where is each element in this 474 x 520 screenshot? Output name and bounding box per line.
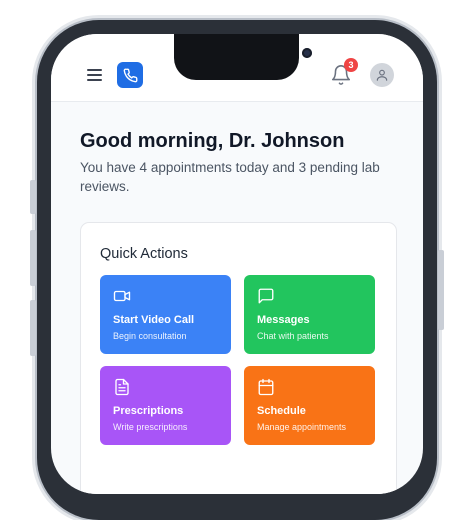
greeting-title: Good morning, Dr. Johnson bbox=[80, 130, 345, 152]
quick-actions-card: Quick Actions Start Video Call Begin con… bbox=[80, 222, 397, 494]
user-icon bbox=[376, 69, 388, 81]
tile-description: Write prescriptions bbox=[113, 422, 188, 432]
menu-icon[interactable] bbox=[87, 69, 102, 81]
message-icon bbox=[258, 288, 274, 304]
quick-actions-title: Quick Actions bbox=[100, 246, 188, 262]
app-logo[interactable] bbox=[117, 62, 143, 88]
phone-side-button bbox=[30, 300, 36, 356]
tile-description: Manage appointments bbox=[257, 422, 347, 432]
tile-label: Schedule bbox=[257, 405, 306, 417]
phone-screen: 3 Good morning, Dr. Johnson You have 4 a… bbox=[51, 34, 423, 494]
document-icon bbox=[115, 378, 129, 396]
greeting-subtitle: You have 4 appointments today and 3 pend… bbox=[80, 160, 380, 194]
schedule-button[interactable]: Schedule Manage appointments bbox=[244, 366, 375, 445]
tile-description: Chat with patients bbox=[257, 331, 329, 341]
camera-icon bbox=[302, 48, 312, 58]
phone-side-button bbox=[30, 230, 36, 286]
calendar-icon bbox=[258, 378, 274, 396]
tile-label: Prescriptions bbox=[113, 405, 184, 417]
tile-description: Begin consultation bbox=[113, 331, 187, 341]
phone-icon bbox=[123, 68, 137, 82]
phone-side-button bbox=[438, 250, 444, 330]
messages-button[interactable]: Messages Chat with patients bbox=[244, 275, 375, 354]
phone-notch bbox=[174, 34, 312, 80]
start-video-call-button[interactable]: Start Video Call Begin consultation bbox=[100, 275, 231, 354]
tile-label: Messages bbox=[257, 314, 310, 326]
video-icon bbox=[113, 290, 131, 302]
notification-badge: 3 bbox=[344, 58, 358, 72]
tile-label: Start Video Call bbox=[113, 314, 195, 326]
prescriptions-button[interactable]: Prescriptions Write prescriptions bbox=[100, 366, 231, 445]
avatar[interactable] bbox=[370, 63, 394, 87]
phone-side-button bbox=[30, 180, 36, 214]
